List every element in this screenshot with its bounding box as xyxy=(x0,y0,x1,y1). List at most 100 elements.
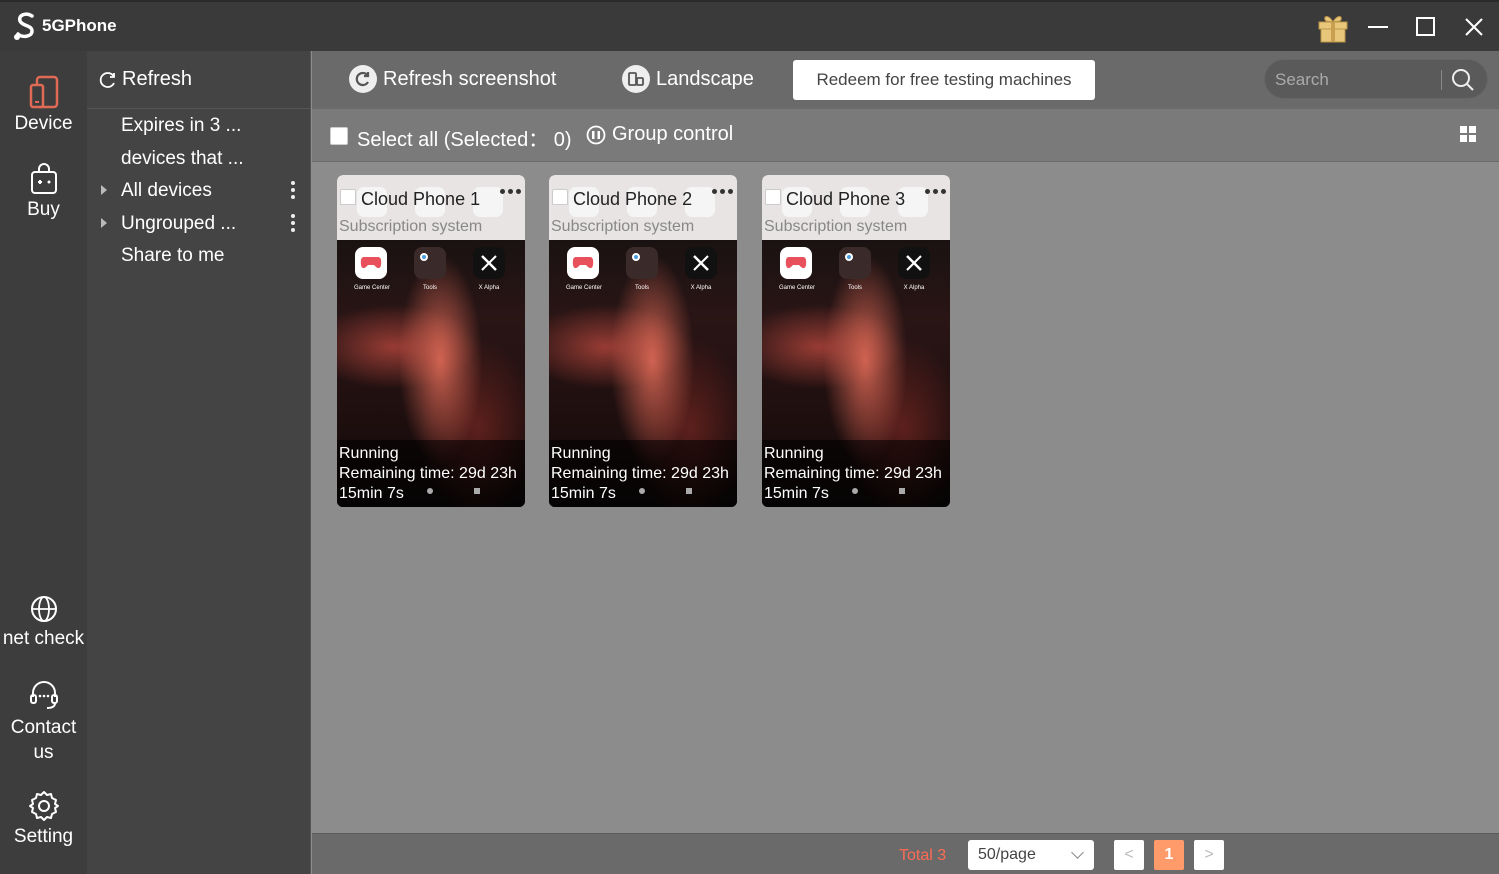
home-button-icon xyxy=(852,488,858,494)
pagination-bar: Total 3 50/page < 1 > xyxy=(312,833,1499,874)
more-horizontal-icon[interactable] xyxy=(500,189,521,194)
app-game-center: Game Center xyxy=(566,247,602,291)
device-remaining-time-2: 15min 7s xyxy=(339,485,404,502)
chevron-left-icon: < xyxy=(1124,846,1134,863)
device-checkbox[interactable] xyxy=(552,189,568,205)
rail-buy[interactable]: Buy xyxy=(0,163,87,221)
expand-arrow-icon[interactable] xyxy=(101,185,107,195)
group-item-expires[interactable]: Expires in 3 ... xyxy=(87,110,311,142)
maximize-icon[interactable] xyxy=(1409,10,1443,44)
device-card[interactable]: Cloud Phone 1 Subscription system Game C… xyxy=(337,175,525,507)
rail-net-check-label: net check xyxy=(2,628,85,649)
device-icon xyxy=(29,75,58,109)
prev-page-button[interactable]: < xyxy=(1114,840,1144,870)
home-button-icon xyxy=(639,488,645,494)
group-item-label: Ungrouped ... xyxy=(121,213,237,234)
tools-folder-icon xyxy=(414,247,446,279)
device-card[interactable]: Cloud Phone 2 Subscription system Game C… xyxy=(549,175,737,507)
search-icon[interactable] xyxy=(1451,68,1475,97)
search-box xyxy=(1264,59,1488,99)
title-bar: 5GPhone xyxy=(0,0,1499,51)
app-game-center: Game Center xyxy=(354,247,390,291)
refresh-label: Refresh xyxy=(122,68,193,90)
device-running-state: Running xyxy=(551,445,611,462)
tools-folder-icon xyxy=(839,247,871,279)
app-name: 5GPhone xyxy=(42,16,117,35)
rail-contact[interactable]: Contact us xyxy=(0,679,87,765)
device-name: Cloud Phone 3 xyxy=(786,189,906,209)
more-horizontal-icon[interactable] xyxy=(712,189,733,194)
device-name: Cloud Phone 1 xyxy=(361,189,481,209)
device-remaining-time-2: 15min 7s xyxy=(764,485,829,502)
headset-icon xyxy=(29,681,58,709)
minimize-icon[interactable] xyxy=(1361,10,1395,44)
group-control-button[interactable]: Group control xyxy=(586,123,733,146)
select-all-checkbox[interactable] xyxy=(330,127,348,145)
rail-setting[interactable]: Setting xyxy=(0,790,87,848)
app-x-alpha: X Alpha xyxy=(897,247,931,291)
x-logo-icon xyxy=(898,247,930,279)
app-logo: 5GPhone xyxy=(12,10,117,42)
search-input[interactable] xyxy=(1275,68,1435,92)
refresh-button[interactable]: Refresh xyxy=(87,51,310,109)
game-controller-icon xyxy=(355,247,387,279)
app-x-alpha: X Alpha xyxy=(472,247,506,291)
more-vertical-icon[interactable] xyxy=(291,181,295,199)
device-remaining-time: Remaining time: 29d 23h xyxy=(551,465,729,482)
refresh-screenshot-icon xyxy=(349,65,377,93)
group-item-label: All devices xyxy=(121,180,212,201)
group-item-label: Share to me xyxy=(121,245,225,266)
device-remaining-time-2: 15min 7s xyxy=(551,485,616,502)
rail-buy-label: Buy xyxy=(27,199,60,220)
left-rail: Device Buy net check Contact us Setting xyxy=(0,51,87,874)
device-name: Cloud Phone 2 xyxy=(573,189,693,209)
page-size-value: 50/page xyxy=(978,846,1036,863)
device-status: Running Remaining time: 29d 23h 15min 7s xyxy=(549,440,737,507)
globe-icon xyxy=(30,596,57,622)
x-logo-icon xyxy=(473,247,505,279)
select-all-label[interactable]: Select all (Selected： 0) xyxy=(357,123,572,152)
page-size-select[interactable]: 50/page xyxy=(968,840,1094,870)
rail-device-label: Device xyxy=(14,113,73,134)
device-card-header: Cloud Phone 2 Subscription system xyxy=(549,175,737,240)
landscape-icon xyxy=(622,65,650,93)
device-card-header: Cloud Phone 1 Subscription system xyxy=(337,175,525,240)
device-status: Running Remaining time: 29d 23h 15min 7s xyxy=(762,440,950,507)
device-card[interactable]: Cloud Phone 3 Subscription system Game C… xyxy=(762,175,950,507)
expand-arrow-icon[interactable] xyxy=(101,218,107,228)
page-number-current[interactable]: 1 xyxy=(1154,840,1184,870)
total-count: Total 3 xyxy=(899,847,947,864)
app-tools: Tools xyxy=(625,247,659,291)
more-vertical-icon[interactable] xyxy=(291,214,295,232)
device-subtitle: Subscription system xyxy=(764,218,908,235)
next-page-button[interactable]: > xyxy=(1194,840,1224,870)
grid-view-icon[interactable] xyxy=(1460,126,1476,142)
app-tools: Tools xyxy=(413,247,447,291)
selection-bar: Select all (Selected： 0) Group control xyxy=(312,109,1499,162)
group-item-ungrouped[interactable]: Ungrouped ... xyxy=(87,208,311,240)
device-checkbox[interactable] xyxy=(340,189,356,205)
device-checkbox[interactable] xyxy=(765,189,781,205)
rail-contact-label: Contact us xyxy=(10,717,77,763)
shopping-bag-icon xyxy=(30,163,57,194)
chevron-right-icon: > xyxy=(1204,846,1214,863)
group-item-all-devices[interactable]: All devices xyxy=(87,175,311,207)
group-panel: Refresh Expires in 3 ... devices that ..… xyxy=(87,51,311,874)
gift-icon[interactable] xyxy=(1316,10,1350,44)
group-item-share-to-me[interactable]: Share to me xyxy=(87,240,311,272)
chevron-down-icon xyxy=(1071,846,1084,859)
rail-device[interactable]: Device xyxy=(0,75,87,135)
recents-button-icon xyxy=(686,488,692,494)
rail-net-check[interactable]: net check xyxy=(0,594,87,650)
close-icon[interactable] xyxy=(1457,10,1491,44)
recents-button-icon xyxy=(899,488,905,494)
refresh-screenshot-button[interactable]: Refresh screenshot xyxy=(349,65,556,93)
logo-icon xyxy=(14,12,34,40)
more-horizontal-icon[interactable] xyxy=(925,189,946,194)
landscape-button[interactable]: Landscape xyxy=(622,65,754,93)
redeem-button[interactable]: Redeem for free testing machines xyxy=(793,60,1095,100)
gear-icon xyxy=(28,791,59,821)
group-item-devices-that[interactable]: devices that ... xyxy=(87,143,311,175)
device-remaining-time: Remaining time: 29d 23h xyxy=(764,465,942,482)
device-status: Running Remaining time: 29d 23h 15min 7s xyxy=(337,440,525,507)
